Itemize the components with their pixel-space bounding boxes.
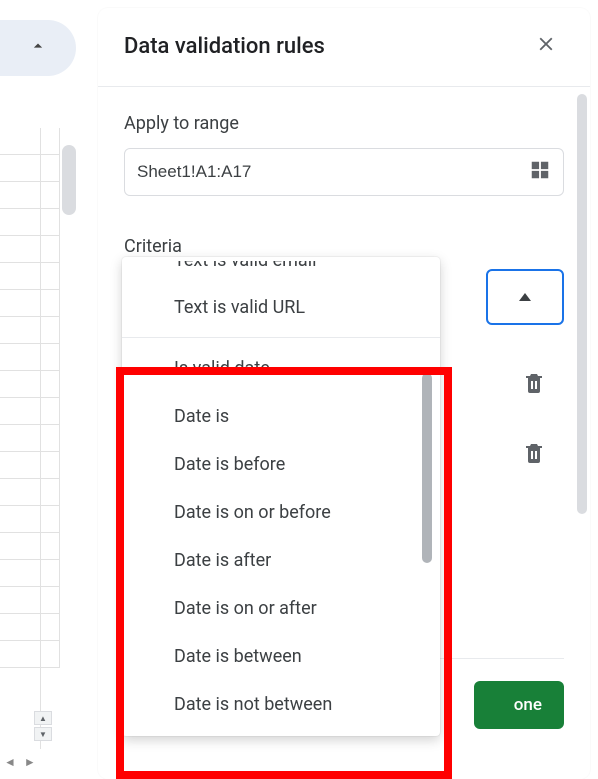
apply-to-range-label: Apply to range [124, 113, 564, 134]
grid-picker-icon[interactable] [529, 159, 551, 185]
sheet-horizontal-scroll[interactable]: ◄► [4, 755, 36, 769]
criteria-select[interactable] [486, 269, 564, 325]
spreadsheet-grid [0, 128, 60, 779]
trash-icon [522, 450, 546, 469]
grid-scrollbar[interactable] [62, 145, 76, 215]
delete-rule-button[interactable] [522, 371, 550, 399]
criteria-option[interactable]: Text is valid URL [122, 283, 440, 331]
criteria-option[interactable]: Date is after [122, 536, 440, 584]
criteria-label: Criteria [124, 236, 564, 257]
criteria-option-cutoff[interactable]: Text is valid email [122, 261, 440, 281]
row-stepper[interactable]: ▲ ▼ [34, 711, 62, 743]
delete-rule-button[interactable] [522, 441, 550, 469]
criteria-option[interactable]: Date is on or before [122, 488, 440, 536]
chevron-up-icon [28, 36, 48, 60]
collapse-toggle[interactable] [0, 20, 76, 76]
criteria-option[interactable]: Date is before [122, 440, 440, 488]
criteria-dropdown: Text is valid email Text is valid URL Is… [122, 257, 440, 736]
panel-header: Data validation rules [98, 8, 590, 87]
criteria-option[interactable]: Date is on or after [122, 584, 440, 632]
criteria-option[interactable]: Date is between [122, 632, 440, 680]
dropdown-scrollbar[interactable] [422, 373, 432, 563]
triangle-up-icon [519, 293, 531, 301]
trash-icon [522, 380, 546, 399]
range-input[interactable] [137, 162, 529, 182]
criteria-option[interactable]: Date is not between [122, 680, 440, 728]
close-icon [535, 33, 557, 59]
range-input-wrap[interactable] [124, 148, 564, 196]
done-button-label: one [514, 695, 542, 715]
data-validation-panel: Data validation rules Apply to range Cri… [98, 8, 590, 779]
criteria-option[interactable]: Is valid date [122, 344, 440, 392]
done-button[interactable]: one [474, 681, 564, 729]
criteria-option[interactable]: Date is [122, 392, 440, 440]
dropdown-divider [122, 337, 440, 338]
close-button[interactable] [528, 28, 564, 64]
panel-title: Data validation rules [124, 34, 325, 59]
